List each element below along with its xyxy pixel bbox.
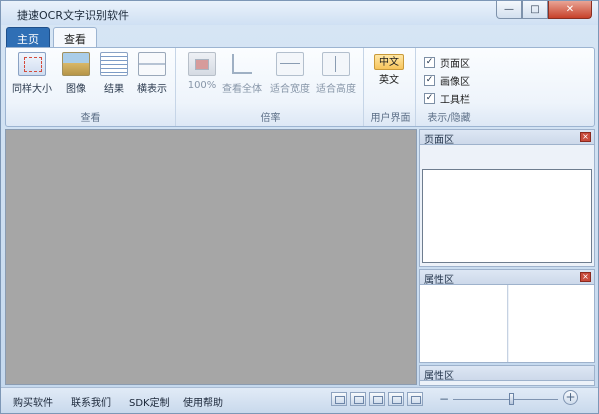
sdk-custom-link[interactable]: SDK定制 [129,394,170,409]
ribbon-tabs: 主页 查看 [6,27,100,48]
zoom-100-icon [188,52,216,76]
zoom-100-label: 100% [187,80,217,91]
page-area-panel [419,145,595,267]
property-area-panel [419,285,595,363]
image-view-button[interactable]: 图像 [56,52,96,95]
page-area-title: 页面区 [424,135,454,146]
view-mode-2-icon[interactable] [350,392,366,406]
view-all-label: 查看全体 [222,84,262,95]
toolbar-checkbox[interactable]: ✓ 工具栏 [424,91,470,106]
result-view-label: 结果 [104,84,124,95]
zoom-slider-thumb[interactable] [509,393,514,405]
page-area-header: 页面区 × [419,129,595,146]
zoom-out-icon[interactable]: − [439,392,449,406]
page-area-check[interactable]: ✓ [424,57,435,68]
close-button[interactable]: ✕ [548,1,592,19]
image-icon [62,52,90,76]
property-value-column [509,285,594,362]
image-area-check[interactable]: ✓ [424,75,435,86]
buy-software-link[interactable]: 购买软件 [13,394,53,409]
property-area-close-icon[interactable]: × [580,272,591,282]
view-mode-4-icon[interactable] [388,392,404,406]
maximize-button[interactable]: □ [522,1,548,19]
view-group-label: 查看 [80,113,101,124]
image-view-label: 图像 [66,84,86,95]
same-size-icon [18,52,46,76]
result-icon [100,52,128,76]
property-area-2-panel [419,381,595,386]
image-area-checkbox[interactable]: ✓ 画像区 [424,73,470,88]
fit-height-button[interactable]: 适合高度 [316,52,356,95]
zoom-slider-track[interactable] [453,399,558,400]
show-hide-group: ✓ 页面区 ✓ 画像区 ✓ 工具栏 表示/隐藏 [418,48,480,126]
view-group: 同样大小 图像 结果 横表示 查看 [6,48,176,126]
title-bar: 捷速OCR文字识别软件 — □ ✕ [1,1,598,25]
zoom-in-icon[interactable]: + [563,390,578,405]
tab-home[interactable]: 主页 [6,27,50,47]
toolbar-label: 工具栏 [440,95,470,106]
view-mode-3-icon[interactable] [369,392,385,406]
image-canvas[interactable] [5,129,417,385]
property-area-2-header: 属性区 [419,365,595,382]
fit-width-button[interactable]: 适合宽度 [270,52,310,95]
fit-width-label: 适合宽度 [270,84,310,95]
fit-height-label: 适合高度 [316,84,356,95]
toolbar-check[interactable]: ✓ [424,93,435,104]
same-size-label: 同样大小 [12,84,52,95]
same-size-button[interactable]: 同样大小 [12,52,52,95]
page-area-label: 页面区 [440,59,470,70]
horizontal-view-button[interactable]: 横表示 [132,52,172,95]
view-mode-1-icon[interactable] [331,392,347,406]
app-window: 捷速OCR文字识别软件 — □ ✕ 主页 查看 同样大小 图像 结果 横表示 查… [0,0,599,414]
ui-language-group: 中文 英文 用户界面 [366,48,416,126]
page-area-close-icon[interactable]: × [580,132,591,142]
show-hide-group-label: 表示/隐藏 [427,113,471,124]
horizontal-view-label: 横表示 [137,84,167,95]
property-area-title: 属性区 [424,275,454,286]
tab-view[interactable]: 查看 [53,27,97,48]
window-title: 捷速OCR文字识别软件 [17,9,129,22]
zoom-100-button[interactable]: 100% [182,52,222,91]
result-view-button[interactable]: 结果 [94,52,134,95]
zoom-group: 100% 查看全体 适合宽度 适合高度 倍率 [178,48,364,126]
page-area-checkbox[interactable]: ✓ 页面区 [424,55,470,70]
ui-group-label: 用户界面 [370,113,411,124]
view-all-button[interactable]: 查看全体 [222,52,262,95]
chinese-button[interactable]: 中文 [374,54,404,70]
ribbon: 同样大小 图像 结果 横表示 查看 100% 查看全体 适合宽度 适合高度 倍率… [5,47,595,127]
view-mode-5-icon[interactable] [407,392,423,406]
fit-width-icon [276,52,304,76]
property-area-2-title: 属性区 [424,371,454,382]
english-button[interactable]: 英文 [374,73,404,89]
property-area-header: 属性区 × [419,269,595,286]
fit-height-icon [322,52,350,76]
page-thumbnail-area[interactable] [422,169,592,263]
image-area-label: 画像区 [440,77,470,88]
view-all-icon [228,52,256,76]
window-controls: — □ ✕ [496,1,592,19]
property-name-column [420,285,508,362]
horizontal-icon [138,52,166,76]
minimize-button[interactable]: — [496,1,522,19]
status-bar: 购买软件 联系我们 SDK定制 使用帮助 − + [1,387,598,413]
help-link[interactable]: 使用帮助 [183,394,223,409]
zoom-group-label: 倍率 [260,113,281,124]
contact-us-link[interactable]: 联系我们 [71,394,111,409]
